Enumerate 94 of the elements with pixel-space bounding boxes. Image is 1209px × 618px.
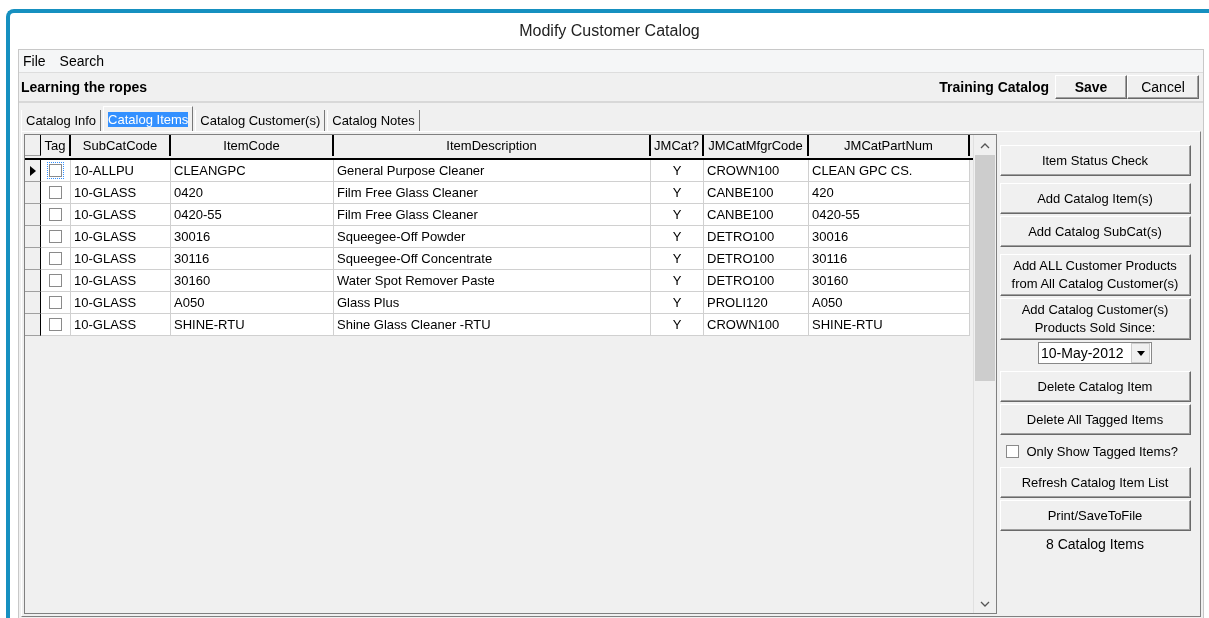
window-title: Modify Customer Catalog [519,22,700,40]
side-button[interactable]: Refresh Catalog Item List [999,467,1191,498]
catalog-type: Training Catalog [939,79,1049,95]
side-button[interactable]: Item Status Check [999,145,1191,176]
table-cell: 0420 [171,182,334,204]
column-header[interactable]: JMCat? [651,135,704,156]
table-cell: Glass Plus [334,292,651,314]
tag-checkbox[interactable] [49,274,62,287]
table-cell: 0420-55 [171,204,334,226]
table-cell: 30016 [171,226,334,248]
table-cell: Y [651,204,704,226]
table-cell: 420 [809,182,970,204]
table-cell: DETRO100 [704,226,809,248]
table-cell: CROWN100 [704,160,809,182]
checkbox-label[interactable]: Only Show Tagged Items? [1026,443,1178,459]
tab[interactable]: Catalog Info [21,110,102,131]
table-cell: Y [651,314,704,336]
tag-checkbox[interactable] [49,164,62,177]
tag-checkbox[interactable] [49,208,62,221]
table-cell: Y [651,270,704,292]
table-cell: CROWN100 [704,314,809,336]
vertical-scrollbar[interactable] [973,135,996,613]
catalog-name: Learning the ropes [21,79,148,95]
table-cell: 30116 [171,248,334,270]
row-header[interactable] [25,270,41,292]
table-cell: A050 [809,292,970,314]
side-button[interactable]: Print/SaveToFile [999,500,1191,531]
table-cell: DETRO100 [704,270,809,292]
column-header[interactable]: Tag [41,135,71,156]
item-count: 8 Catalog Items [1045,536,1145,552]
table-cell: PROLI120 [704,292,809,314]
tab[interactable]: Catalog Notes [327,110,420,131]
table-cell: 30016 [809,226,970,248]
row-header[interactable] [25,182,41,204]
checkbox[interactable] [1005,444,1019,458]
table-cell: Film Free Glass Cleaner [334,204,651,226]
table-cell: Film Free Glass Cleaner [334,182,651,204]
tag-checkbox[interactable] [49,252,62,265]
table-cell: Shine Glass Cleaner -RTU [334,314,651,336]
table-cell: Squeegee-Off Concentrate [334,248,651,270]
table-cell: 10-GLASS [71,226,171,248]
table-cell: CANBE100 [704,182,809,204]
side-button[interactable]: Delete All Tagged Items [999,404,1191,435]
tag-checkbox[interactable] [49,186,62,199]
side-button[interactable]: Add Catalog SubCat(s) [999,216,1191,247]
table-cell: 10-GLASS [71,314,171,336]
scroll-up-icon[interactable] [980,143,990,149]
table-cell: CLEANGPC [171,160,334,182]
tag-checkbox[interactable] [49,318,62,331]
tag-checkbox[interactable] [49,296,62,309]
dropdown-arrow-icon[interactable] [1136,350,1145,356]
table-cell: CANBE100 [704,204,809,226]
row-header[interactable] [25,248,41,270]
table-cell: 10-ALLPU [71,160,171,182]
table-cell: 10-GLASS [71,204,171,226]
menu-item[interactable]: File [23,53,46,69]
table-cell: Y [651,226,704,248]
row-header[interactable] [25,292,41,314]
table-cell: SHINE-RTU [809,314,970,336]
side-button[interactable]: Add Catalog Item(s) [999,183,1191,214]
table-cell: Y [651,292,704,314]
table-cell: Y [651,182,704,204]
menu-item[interactable]: Search [59,53,104,69]
scroll-down-icon[interactable] [980,601,990,607]
row-header[interactable] [25,204,41,226]
table-cell: SHINE-RTU [171,314,334,336]
side-button[interactable]: Delete Catalog Item [999,371,1191,402]
side-button[interactable]: Add Catalog Customer(s) Products Sold Since: [999,298,1191,340]
table-cell: 30160 [809,270,970,292]
table-cell: Water Spot Remover Paste [334,270,651,292]
table-cell: DETRO100 [704,248,809,270]
table-cell: CLEAN GPC CS. [809,160,970,182]
table-cell: 10-GLASS [71,292,171,314]
table-cell: General Purpose Cleaner [334,160,651,182]
row-header[interactable] [25,160,41,182]
table-cell: 30160 [171,270,334,292]
row-header[interactable] [25,314,41,336]
table-cell: 0420-55 [809,204,970,226]
scroll-thumb[interactable] [975,155,995,381]
table-cell: Squeegee-Off Powder [334,226,651,248]
table-cell: 10-GLASS [71,270,171,292]
side-button[interactable]: Add ALL Customer Products from All Catalog Customer(s) [999,254,1191,296]
table-cell: 10-GLASS [71,248,171,270]
save-button[interactable]: Save [1055,75,1127,99]
table-cell: 10-GLASS [71,182,171,204]
table-cell: A050 [171,292,334,314]
row-header[interactable] [25,226,41,248]
tab[interactable]: Catalog Customer(s) [195,110,326,131]
date-dropdown[interactable]: 10-May-2012 [1038,342,1152,364]
table-cell: Y [651,160,704,182]
table-cell: 30116 [809,248,970,270]
tag-checkbox[interactable] [49,230,62,243]
cancel-button[interactable]: Cancel [1127,75,1199,99]
table-cell: Y [651,248,704,270]
